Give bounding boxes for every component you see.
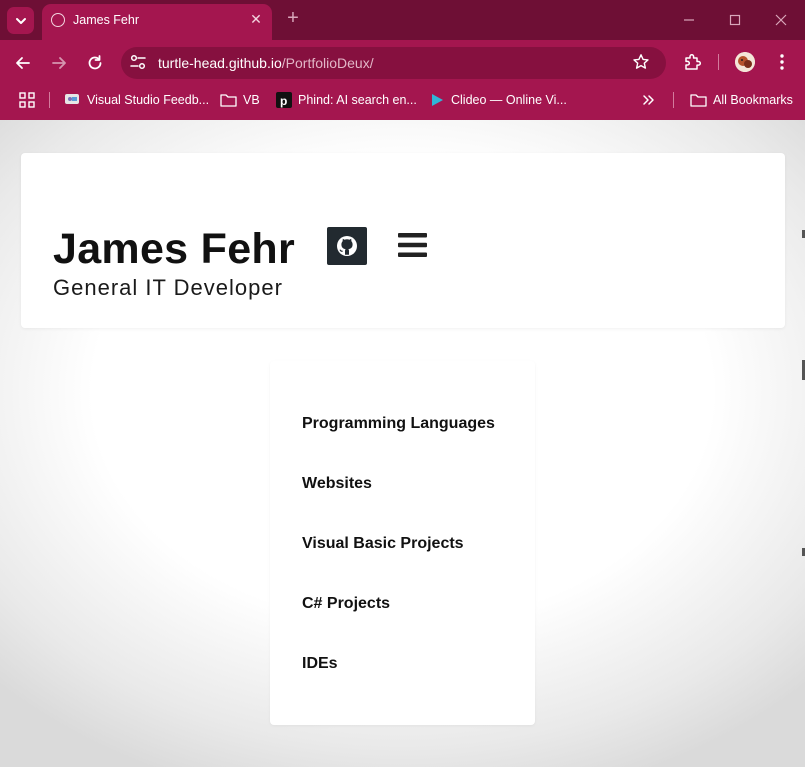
site-info-icon[interactable] (129, 53, 147, 71)
extensions-puzzle-icon[interactable] (682, 52, 702, 72)
url-host: turtle-head.github.io (158, 55, 282, 71)
apps-grid-icon[interactable] (19, 92, 35, 108)
github-icon (337, 236, 357, 256)
url-text[interactable]: turtle-head.github.io/PortfolioDeux/ (158, 55, 374, 71)
forward-arrow-icon[interactable] (49, 53, 69, 73)
reload-icon[interactable] (85, 53, 105, 73)
new-tab-icon[interactable]: + (284, 8, 302, 28)
nav-list: Programming Languages Websites Visual Ba… (302, 415, 495, 715)
bookmark-vb-folder[interactable]: VB (220, 86, 260, 114)
page-viewport: James Fehr General IT Developer Programm… (0, 120, 805, 767)
site-subtitle: General IT Developer (53, 275, 283, 300)
bookmark-label: VB (243, 93, 260, 107)
site-title: James Fehr (53, 225, 296, 273)
maximize-icon[interactable] (725, 10, 745, 30)
bookmark-star-icon[interactable] (632, 53, 650, 71)
window-close-icon[interactable] (771, 10, 791, 30)
all-bookmarks-button[interactable]: All Bookmarks (690, 86, 793, 114)
bookmark-label: Phind: AI search en... (298, 93, 417, 107)
bookmark-phind[interactable]: p Phind: AI search en... (276, 86, 417, 114)
chevron-double-right-icon[interactable] (642, 93, 656, 107)
phind-icon: p (276, 92, 292, 108)
profile-avatar[interactable] (735, 52, 755, 72)
svg-text:p: p (280, 94, 287, 108)
bookmark-label: Visual Studio Feedb... (87, 93, 210, 107)
profile-avatar-icon (735, 52, 755, 72)
all-bookmarks-label: All Bookmarks (713, 93, 793, 107)
more-options-icon[interactable] (772, 52, 792, 72)
toolbar-divider (718, 54, 719, 70)
bookmarks-divider (49, 92, 50, 108)
minimize-icon[interactable] (679, 10, 699, 30)
tab-title: James Fehr (73, 13, 139, 27)
navigation-menu: Programming Languages Websites Visual Ba… (270, 361, 535, 725)
nav-item-websites[interactable]: Websites (302, 475, 495, 535)
github-link-button[interactable] (327, 227, 367, 265)
bookmarks-divider (673, 92, 674, 108)
tab-search-button[interactable] (7, 7, 34, 34)
back-arrow-icon[interactable] (13, 53, 33, 73)
active-tab[interactable]: James Fehr ✕ (42, 4, 272, 40)
site-favicon-icon (51, 13, 65, 27)
folder-icon (220, 94, 237, 107)
nav-item-visual-basic-projects[interactable]: Visual Basic Projects (302, 535, 495, 595)
clideo-icon (432, 94, 443, 106)
bookmark-clideo[interactable]: Clideo — Online Vi... (429, 86, 567, 114)
tab-strip: James Fehr ✕ + (0, 0, 805, 40)
folder-icon (690, 94, 707, 107)
feedback-icon (65, 94, 79, 104)
chevron-down-icon (15, 17, 26, 24)
bookmark-label: Clideo — Online Vi... (451, 93, 567, 107)
bookmark-visual-studio[interactable]: Visual Studio Feedb... (64, 86, 209, 114)
nav-item-programming-languages[interactable]: Programming Languages (302, 415, 495, 475)
close-tab-icon[interactable]: ✕ (248, 11, 264, 27)
site-header: James Fehr General IT Developer (21, 153, 785, 328)
url-path: /PortfolioDeux/ (281, 55, 374, 71)
nav-item-ides[interactable]: IDEs (302, 655, 495, 715)
nav-item-csharp-projects[interactable]: C# Projects (302, 595, 495, 655)
hamburger-menu-icon[interactable] (398, 232, 427, 258)
